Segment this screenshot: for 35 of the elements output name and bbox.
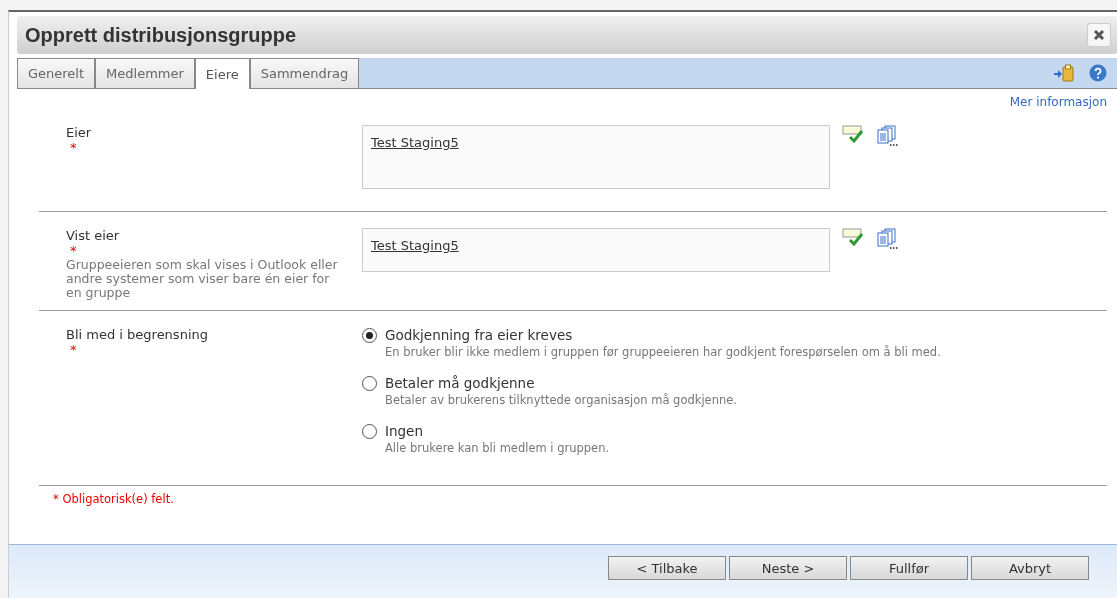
owner-field[interactable]: Test Staging5	[362, 125, 830, 189]
option-description: Alle brukere kan bli medlem i gruppen.	[385, 441, 610, 455]
tab[interactable]: Generelt	[17, 58, 96, 88]
tab[interactable]: Medlemmer	[95, 58, 195, 88]
close-button[interactable]	[1087, 23, 1111, 47]
wizard-button[interactable]: Neste >	[729, 556, 847, 580]
close-icon	[1093, 29, 1105, 41]
owner-link[interactable]: Test Staging5	[371, 238, 459, 253]
address-book-icon[interactable]	[876, 125, 900, 147]
address-book-icon[interactable]	[876, 228, 900, 250]
help-icon[interactable]	[1089, 64, 1107, 82]
required-mark: *	[69, 342, 78, 357]
check-names-icon[interactable]	[842, 228, 864, 246]
tab[interactable]: Sammendrag	[249, 58, 360, 88]
option-description: En bruker blir ikke medlem i gruppen før gruppeeieren har godkjent forespørselen om å bli med.	[385, 345, 941, 359]
wizard-button[interactable]: Fullfør	[850, 556, 968, 580]
field-label: Vist eier	[66, 228, 121, 243]
option-label[interactable]: Betaler må godkjenne	[385, 375, 737, 391]
tab[interactable]: Eiere	[194, 58, 250, 89]
owner-link[interactable]: Test Staging5	[371, 135, 459, 150]
option-label[interactable]: Godkjenning fra eier kreves	[385, 327, 941, 343]
window-title: Opprett distribusjonsgruppe	[25, 23, 298, 47]
more-info-link[interactable]: Mer informasjon	[1009, 95, 1107, 109]
required-mark: *	[69, 140, 78, 155]
field-label: Bli med i begrensning	[66, 327, 209, 342]
wizard-button[interactable]: < Tilbake	[608, 556, 726, 580]
option-description: Betaler av brukerens tilknyttede organisasjon må godkjenne.	[385, 393, 737, 407]
owner-field[interactable]: Test Staging5	[362, 228, 830, 272]
required-mark: *	[69, 243, 78, 258]
field-label: Eier	[66, 125, 93, 140]
option-label[interactable]: Ingen	[385, 423, 610, 439]
field-description: Gruppeeieren som skal vises i Outlook eller andre systemer som viser bare én eier for en gruppe	[66, 258, 338, 300]
wizard-button[interactable]: Avbryt	[971, 556, 1089, 580]
required-note: * Obligatorisk(e) felt.	[53, 492, 175, 506]
check-names-icon[interactable]	[842, 125, 864, 143]
